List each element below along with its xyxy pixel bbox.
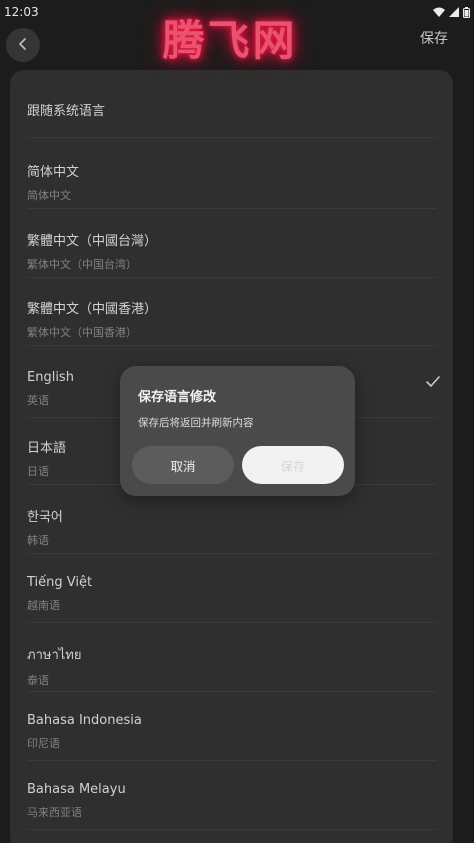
dialog-save-button[interactable]: 保存 bbox=[242, 446, 344, 484]
dialog-title: 保存语言修改 bbox=[138, 390, 217, 405]
dialog-message: 保存后将返回并刷新内容 bbox=[138, 417, 254, 429]
cancel-button[interactable]: 取消 bbox=[132, 446, 234, 484]
dialog-actions: 取消 保存 bbox=[132, 446, 344, 484]
save-language-dialog: 保存语言修改 保存后将返回并刷新内容 取消 保存 bbox=[120, 366, 355, 496]
